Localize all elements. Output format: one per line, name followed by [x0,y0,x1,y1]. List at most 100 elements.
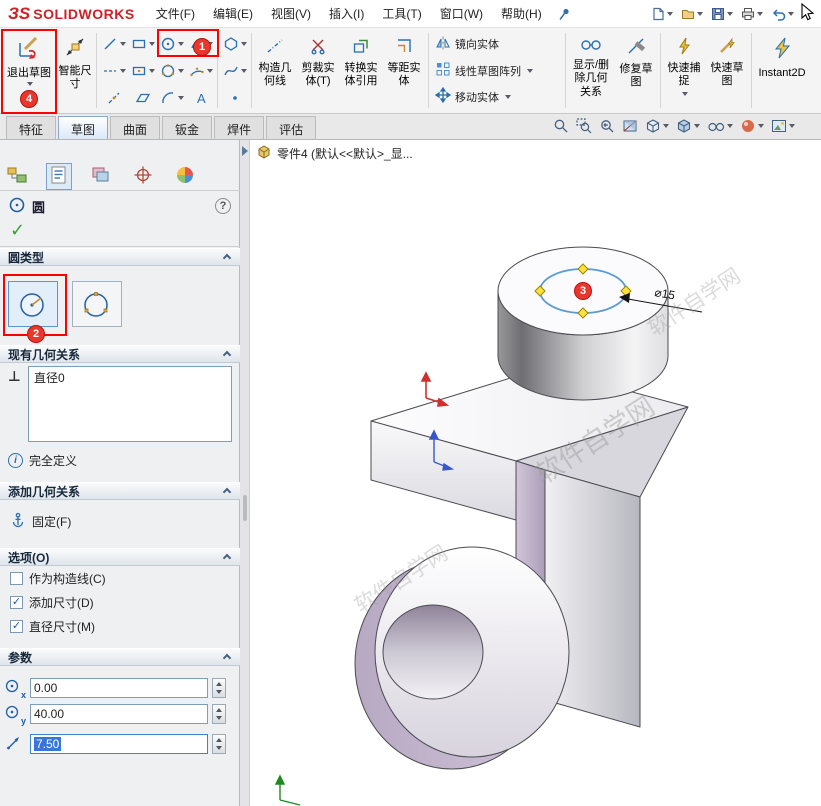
three-point-arc-tool-button[interactable] [186,57,215,84]
checkbox[interactable]: ✓ [10,620,23,633]
option-add-dimension[interactable]: ✓ 添加尺寸(D) [10,594,94,610]
trim-entities-button[interactable]: 剪裁实体(T) [298,30,338,111]
dropdown-icon[interactable] [789,124,795,128]
mirror-entities-button[interactable]: 镜向实体 [435,32,563,56]
section-view-icon[interactable] [622,118,638,134]
pin-menu-icon[interactable] [557,7,571,21]
section-existing-relations[interactable]: 现有几何关系 [0,345,240,363]
tab-sheet-metal[interactable]: 钣金 [162,116,212,139]
dropdown-icon[interactable] [207,69,213,73]
section-circle-type[interactable]: 圆类型 [0,248,240,266]
point-tool-button[interactable] [220,84,249,111]
option-construction-line[interactable]: 作为构造线(C) [10,570,106,586]
dropdown-icon[interactable] [241,69,247,73]
new-document-button[interactable] [649,5,675,23]
relation-item[interactable]: 直径0 [29,367,231,388]
dropdown-icon[interactable] [758,124,764,128]
ok-check-icon[interactable]: ✓ [10,220,25,241]
midpoint-line-tool-button[interactable] [99,84,128,111]
edit-appearance-icon[interactable] [740,118,764,134]
splitter-handle[interactable] [243,495,247,521]
dropdown-icon[interactable] [682,92,688,96]
collapse-icon[interactable] [223,488,231,496]
quick-snaps-button[interactable]: 快速捕捉 [663,30,705,111]
tab-sketch[interactable]: 草图 [58,116,108,139]
section-options[interactable]: 选项(O) [0,548,240,566]
graphics-area[interactable]: 零件4 (默认<<默认>_显... [250,140,821,806]
center-rectangle-tool-button[interactable] [128,57,157,84]
section-add-relations[interactable]: 添加几何关系 [0,482,240,500]
smart-dimension-button[interactable]: 智能尺寸 [56,30,94,111]
option-diameter-dimension[interactable]: ✓ 直径尺寸(M) [10,618,95,634]
feature-manager-tab[interactable] [4,163,30,190]
spline-tool-button[interactable] [220,57,249,84]
dropdown-icon[interactable] [178,42,184,46]
view-orientation-icon[interactable] [645,118,669,134]
repair-sketch-button[interactable]: 修复草图 [616,30,656,111]
menu-edit[interactable]: 编辑(E) [204,1,262,26]
relations-listbox[interactable]: 直径0 [28,366,232,442]
display-manager-tab[interactable] [172,163,198,190]
linear-sketch-pattern-button[interactable]: 线性草图阵列 [435,59,563,83]
panel-flyout-icon[interactable] [242,146,248,156]
dropdown-icon[interactable] [667,12,673,16]
property-manager-tab[interactable] [46,163,72,190]
configuration-manager-tab[interactable] [88,163,114,190]
collapse-icon[interactable] [223,351,231,359]
zoom-previous-icon[interactable] [599,118,615,134]
print-button[interactable] [739,5,765,23]
center-x-spinner[interactable] [212,678,226,698]
menu-tools[interactable]: 工具(T) [373,1,430,26]
dropdown-icon[interactable] [527,69,533,73]
dropdown-icon[interactable] [788,12,794,16]
line-tool-button[interactable] [99,30,128,57]
instant2d-button[interactable]: Instant2D [754,30,810,111]
parallelogram-tool-button[interactable] [128,84,157,111]
centerline-tool-button[interactable] [99,57,128,84]
collapse-icon[interactable] [223,254,231,262]
dropdown-icon[interactable] [149,69,155,73]
dropdown-icon[interactable] [120,69,126,73]
dropdown-icon[interactable] [727,124,733,128]
menu-help[interactable]: 帮助(H) [492,1,551,26]
zoom-fit-icon[interactable] [553,118,569,134]
checkbox[interactable] [10,572,23,585]
apply-scene-icon[interactable] [771,118,795,134]
construction-geometry-button[interactable]: 构造几何线 [254,30,296,111]
panel-splitter[interactable] [240,140,250,806]
tab-surfaces[interactable]: 曲面 [110,116,160,139]
dropdown-icon[interactable] [727,12,733,16]
menu-file[interactable]: 文件(F) [147,1,204,26]
perimeter-circle-type-button[interactable] [72,281,122,327]
undo-button[interactable] [769,5,796,23]
help-icon[interactable]: ? [215,198,231,214]
collapse-icon[interactable] [223,654,231,662]
offset-entities-button[interactable]: 等距实体 [384,30,424,111]
dropdown-icon[interactable] [149,42,155,46]
center-y-spinner[interactable] [212,704,226,724]
part-3d-model[interactable]: ⌀15 软件自学网 软件自学网 软件自学网 [250,140,821,806]
dropdown-icon[interactable] [27,82,33,86]
collapse-icon[interactable] [223,554,231,562]
section-parameters[interactable]: 参数 [0,648,240,666]
tab-features[interactable]: 特征 [6,116,56,139]
rapid-sketch-button[interactable]: 快速草图 [707,30,747,111]
dimxpert-manager-tab[interactable] [130,163,156,190]
circle-tool-button[interactable] [157,30,186,57]
radius-spinner[interactable] [212,734,226,754]
convert-entities-button[interactable]: 转换实体引用 [340,30,382,111]
display-delete-relations-button[interactable]: 显示/删除几何关系 [568,30,614,111]
fix-relation-button[interactable]: 固定(F) [10,512,71,531]
move-entities-button[interactable]: 移动实体 [435,85,563,109]
save-button[interactable] [709,5,735,23]
checkbox[interactable]: ✓ [10,596,23,609]
dropdown-icon[interactable] [241,42,247,46]
menu-view[interactable]: 视图(V) [262,1,320,26]
tangent-arc-tool-button[interactable] [157,84,186,111]
center-circle-type-button[interactable] [8,281,58,327]
polygon-tool-button[interactable] [220,30,249,57]
display-style-icon[interactable] [676,118,700,134]
center-x-input[interactable]: 0.00 [30,678,208,698]
dropdown-icon[interactable] [663,124,669,128]
menu-window[interactable]: 窗口(W) [431,1,492,26]
